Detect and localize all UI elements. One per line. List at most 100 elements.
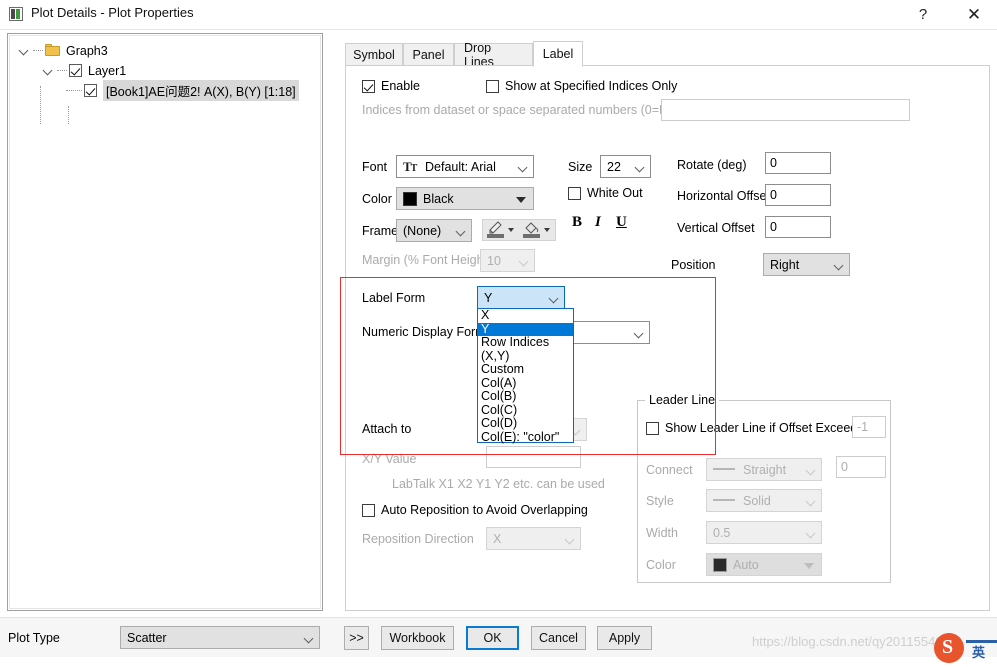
indices-input[interactable] — [661, 99, 910, 121]
titlebar-divider — [0, 29, 997, 30]
color-combo[interactable]: Black — [396, 187, 534, 210]
style-combo[interactable]: Solid — [706, 489, 822, 512]
dropdown-option-col-b[interactable]: Col(B) — [478, 389, 573, 404]
tree-item-plot-checkbox[interactable] — [84, 84, 97, 97]
dropdown-option-y[interactable]: Y — [478, 322, 573, 336]
dropdown-option-custom[interactable]: Custom — [478, 362, 573, 377]
dropdown-option-x[interactable]: X — [478, 308, 573, 323]
chevron-down-icon[interactable] — [544, 228, 550, 232]
tab-symbol[interactable]: Symbol — [345, 43, 403, 66]
position-value: Right — [770, 257, 800, 272]
reposition-direction-label: Reposition Direction — [362, 532, 474, 546]
chevron-down-icon — [807, 467, 814, 474]
fill-color-button[interactable] — [519, 220, 544, 240]
fill-color-indicator — [523, 234, 540, 238]
logo-underline — [966, 640, 997, 643]
width-value: 0.5 — [713, 525, 731, 540]
chevron-down-icon — [804, 563, 814, 569]
xy-value-input[interactable] — [486, 446, 581, 468]
size-combo[interactable]: 22 — [600, 155, 651, 178]
bold-button[interactable]: B — [572, 214, 582, 231]
tree-item-plot[interactable]: [Book1]AE问题2! A(X), B(Y) [1:18] — [66, 80, 299, 101]
tree-item-graph[interactable]: Graph3 — [18, 41, 108, 60]
tab-panel[interactable]: Panel — [403, 43, 454, 66]
white-out-checkbox[interactable]: White Out — [568, 186, 643, 200]
tree-item-layer[interactable]: Layer1 — [42, 61, 126, 80]
chevron-down-icon — [550, 295, 557, 302]
reposition-direction-combo[interactable]: X — [486, 527, 581, 550]
close-button[interactable]: ✕ — [951, 0, 997, 29]
width-label: Width — [646, 526, 678, 540]
dropdown-option-col-e[interactable]: Col(E): "color" — [478, 430, 573, 445]
cancel-button[interactable]: Cancel — [531, 626, 586, 650]
italic-button[interactable]: I — [595, 214, 601, 231]
rotate-label: Rotate (deg) — [677, 158, 747, 172]
dropdown-option-row-indices[interactable]: Row Indices — [478, 335, 573, 350]
window-titlebar: Plot Details - Plot Properties ? ✕ — [0, 0, 997, 29]
margin-combo[interactable]: 10 — [480, 249, 535, 272]
horizontal-offset-input[interactable]: 0 — [765, 184, 831, 206]
checkbox-box — [486, 79, 499, 93]
tree-item-layer-label: Layer1 — [88, 63, 127, 78]
color-value: Black — [423, 191, 454, 206]
frame-combo[interactable]: (None) — [396, 219, 472, 242]
leader-offset-input[interactable]: -1 — [852, 416, 886, 438]
dialog-bottom-bar: Plot Type Scatter >> Workbook OK Cancel … — [0, 617, 997, 663]
tree-item-layer-checkbox[interactable] — [69, 64, 82, 77]
label-form-combo[interactable]: Y — [477, 286, 565, 309]
show-specified-indices-checkbox[interactable]: Show at Specified Indices Only — [486, 79, 677, 93]
auto-reposition-label: Auto Reposition to Avoid Overlapping — [381, 503, 588, 517]
expand-button[interactable]: >> — [344, 626, 369, 650]
enable-checkbox[interactable]: Enable — [362, 79, 420, 93]
font-combo[interactable]: TT Default: Arial — [396, 155, 534, 178]
help-button[interactable]: ? — [900, 0, 946, 29]
vertical-offset-label: Vertical Offset — [677, 221, 755, 235]
labtalk-hint: LabTalk X1 X2 Y1 Y2 etc. can be used — [392, 477, 605, 491]
checkbox-box — [646, 421, 659, 435]
auto-reposition-checkbox[interactable]: Auto Reposition to Avoid Overlapping — [362, 503, 588, 517]
tree-connector — [66, 89, 82, 92]
chevron-down-icon — [835, 262, 842, 269]
rotate-input[interactable]: 0 — [765, 152, 831, 174]
frame-label: Frame — [362, 224, 399, 238]
color-label: Color — [362, 192, 392, 206]
dropdown-option-col-d[interactable]: Col(D) — [478, 416, 573, 431]
chevron-down-icon — [519, 164, 526, 171]
label-form-value: Y — [484, 290, 493, 305]
show-leader-line-checkbox[interactable]: Show Leader Line if Offset Exceeds (%) — [646, 421, 886, 435]
folder-icon — [45, 44, 61, 57]
vertical-offset-input[interactable]: 0 — [765, 216, 831, 238]
chevron-down-icon — [635, 330, 642, 337]
font-label: Font — [362, 160, 388, 174]
numeric-format-label: Numeric Display Format — [362, 325, 497, 339]
style-value: Solid — [743, 493, 771, 508]
tab-label[interactable]: Label — [533, 41, 583, 67]
apply-button[interactable]: Apply — [597, 626, 652, 650]
dropdown-option-xy[interactable]: (X,Y) — [478, 349, 573, 364]
connect-extra-input[interactable]: 0 — [836, 456, 886, 478]
ok-button[interactable]: OK — [466, 626, 519, 650]
margin-value: 10 — [487, 253, 501, 268]
workbook-button[interactable]: Workbook — [381, 626, 454, 650]
tab-drop-lines[interactable]: Drop Lines — [454, 41, 533, 69]
font-color-button[interactable] — [483, 220, 508, 240]
underline-button[interactable]: U — [616, 214, 627, 231]
label-form-dropdown-list[interactable]: X Y Row Indices (X,Y) Custom Col(A) Col(… — [477, 308, 574, 443]
chevron-down-icon[interactable] — [508, 228, 514, 232]
position-combo[interactable]: Right — [763, 253, 850, 276]
chevron-down-icon — [305, 635, 312, 642]
leader-color-combo[interactable]: Auto — [706, 553, 822, 576]
dropdown-option-col-a[interactable]: Col(A) — [478, 376, 573, 391]
plot-type-value: Scatter — [127, 630, 167, 645]
chevron-down-icon[interactable] — [42, 64, 55, 77]
style-label: Style — [646, 494, 674, 508]
chevron-down-icon — [520, 258, 527, 265]
color-swatch — [403, 191, 417, 206]
plot-tree-panel[interactable]: Graph3 Layer1 [Book1]AE问题2! A(X), B(Y) [… — [7, 33, 323, 611]
plot-type-combo[interactable]: Scatter — [120, 626, 320, 649]
dropdown-option-col-c[interactable]: Col(C) — [478, 403, 573, 418]
pencil-icon — [489, 221, 502, 234]
width-combo[interactable]: 0.5 — [706, 521, 822, 544]
chevron-down-icon[interactable] — [18, 44, 31, 57]
connect-combo[interactable]: Straight — [706, 458, 822, 481]
